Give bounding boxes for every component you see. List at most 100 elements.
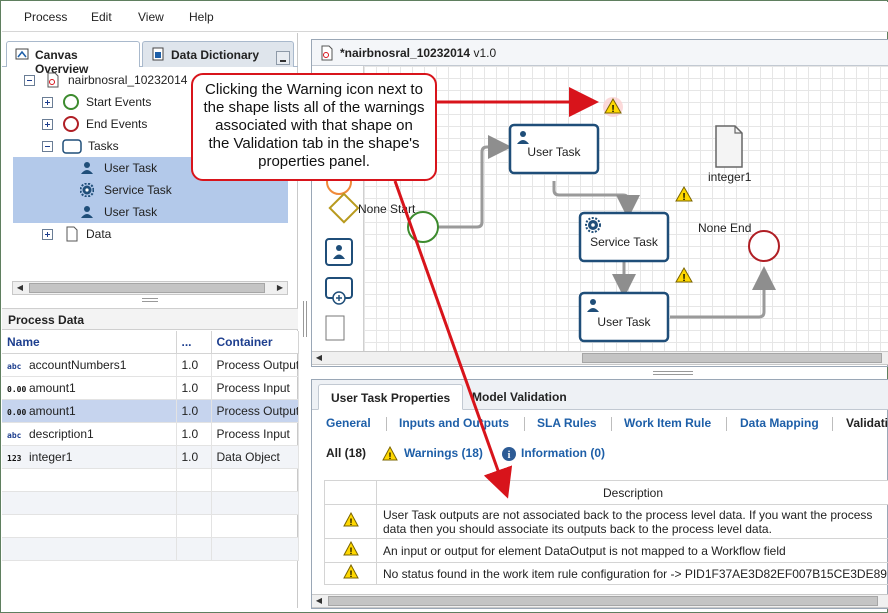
vertical-splitter-handle[interactable]: [303, 301, 307, 337]
link-work-item-rule[interactable]: Work Item Rule: [624, 416, 711, 430]
issue-description: No status found in the work item rule co…: [376, 562, 888, 585]
table-row[interactable]: ! No status found in the work item rule …: [324, 562, 888, 585]
svg-text:!: !: [682, 192, 685, 203]
expand-icon[interactable]: [42, 119, 53, 130]
canvas-tab[interactable]: *nairbnosral_10232014 v1.0: [312, 40, 888, 66]
warning-icon: !: [382, 446, 398, 461]
warning-icon[interactable]: !: [675, 266, 693, 284]
filter-information[interactable]: Information (0): [521, 446, 605, 460]
user-task-tool-icon[interactable]: [325, 238, 353, 266]
row-version: 1.0: [176, 445, 212, 469]
scroll-left-icon[interactable]: ◀: [13, 282, 27, 294]
decimal-type-icon: 0.00: [7, 384, 27, 394]
issue-description: An input or output for element DataOutpu…: [376, 538, 888, 563]
tab-user-task-properties[interactable]: User Task Properties: [318, 384, 464, 410]
row-version: 1.0: [176, 422, 212, 446]
data-object-label: integer1: [708, 170, 752, 184]
menu-process[interactable]: Process: [24, 10, 67, 24]
warning-icon[interactable]: !: [603, 97, 623, 117]
column-header-description[interactable]: Description: [376, 480, 888, 505]
svg-text:!: !: [349, 569, 352, 579]
scrollbar-thumb[interactable]: [29, 283, 265, 293]
warning-icon: !: [342, 540, 359, 556]
canvas-overview-icon: [15, 48, 29, 60]
menu-edit[interactable]: Edit: [91, 10, 112, 24]
warning-icon[interactable]: !: [675, 185, 693, 203]
column-header-version[interactable]: ...: [176, 331, 212, 354]
tree-start-events-label: Start Events: [86, 95, 152, 109]
tab-model-validation[interactable]: Model Validation: [460, 384, 579, 410]
table-row[interactable]: 0.00 amount1 1.0 Process Input: [2, 376, 299, 400]
link-validation[interactable]: Validati: [846, 416, 888, 430]
tab-canvas-overview[interactable]: Canvas Overview: [6, 41, 140, 76]
column-header-name[interactable]: Name: [2, 331, 177, 354]
scroll-left-icon[interactable]: ◀: [312, 595, 326, 607]
tree-task-item[interactable]: User Task: [80, 201, 280, 223]
string-type-icon: abc: [7, 361, 22, 371]
row-name: integer1: [29, 449, 73, 464]
row-container: Process Output: [211, 399, 299, 423]
tree-horizontal-scrollbar[interactable]: ◀ ▶: [12, 281, 288, 295]
table-row[interactable]: ! An input or output for element DataOut…: [324, 538, 888, 563]
collapse-icon[interactable]: [42, 141, 53, 152]
sequence-flow[interactable]: [437, 135, 512, 229]
scrollbar-thumb[interactable]: [328, 596, 878, 606]
row-version: 1.0: [176, 376, 212, 400]
svg-text:i: i: [508, 450, 511, 461]
process-file-icon: [47, 72, 59, 88]
gateway-icon[interactable]: [328, 192, 360, 224]
splitter-handle[interactable]: [142, 298, 158, 302]
svg-text:!: !: [389, 451, 392, 461]
column-header-container[interactable]: Container: [211, 331, 299, 354]
end-event-shape[interactable]: [748, 230, 780, 262]
table-row[interactable]: 123 integer1 1.0 Data Object: [2, 445, 299, 469]
data-object-tool-icon[interactable]: [325, 315, 345, 341]
properties-section-links: General Inputs and Outputs SLA Rules Wor…: [312, 412, 888, 436]
link-sla-rules[interactable]: SLA Rules: [537, 416, 597, 430]
menu-help[interactable]: Help: [189, 10, 214, 24]
table-row[interactable]: abc description1 1.0 Process Input: [2, 422, 299, 446]
tree-task-label: User Task: [104, 161, 158, 175]
row-version: 1.0: [176, 353, 212, 377]
canvas-version: v1.0: [473, 46, 497, 60]
warning-icon: !: [342, 511, 359, 527]
canvas-horizontal-scrollbar[interactable]: ◀: [312, 351, 888, 365]
process-file-icon: [321, 45, 333, 61]
service-task-label: Service Task: [590, 235, 658, 249]
properties-horizontal-scrollbar[interactable]: ◀: [312, 594, 888, 608]
scroll-left-icon[interactable]: ◀: [312, 352, 326, 364]
table-row[interactable]: abc accountNumbers1 1.0 Process Output: [2, 353, 299, 377]
menu-view[interactable]: View: [138, 10, 164, 24]
expand-icon[interactable]: [42, 97, 53, 108]
row-container: Process Input: [211, 422, 299, 446]
filter-warnings[interactable]: Warnings (18): [404, 446, 483, 460]
expand-icon[interactable]: [42, 229, 53, 240]
table-row[interactable]: ! User Task outputs are not associated b…: [324, 504, 888, 539]
process-data-table: Name ... Container abc accountNumbers1 1.…: [2, 331, 299, 561]
link-data-mapping[interactable]: Data Mapping: [740, 416, 819, 430]
tree-data-label: Data: [86, 227, 112, 241]
filter-all[interactable]: All (18): [326, 446, 366, 460]
collapse-icon[interactable]: [24, 75, 35, 86]
scroll-right-icon[interactable]: ▶: [273, 282, 287, 294]
table-row[interactable]: 0.00 amount1 1.0 Process Output: [2, 399, 299, 423]
user-task-label: User Task: [527, 145, 581, 159]
horizontal-splitter-handle[interactable]: [653, 371, 693, 375]
tree-data[interactable]: Data: [42, 223, 292, 245]
start-event-shape[interactable]: [407, 211, 439, 243]
tree-task-label: User Task: [104, 205, 158, 219]
decimal-type-icon: 0.00: [7, 407, 27, 417]
scrollbar-thumb[interactable]: [582, 353, 882, 363]
user-task-label: User Task: [597, 315, 651, 329]
tree-task-label: Service Task: [104, 183, 172, 197]
process-canvas[interactable]: ! ! ! User Task Service Task User Task N…: [358, 66, 888, 351]
tree-end-events-label: End Events: [86, 117, 148, 131]
tab-data-dictionary[interactable]: Data Dictionary: [142, 41, 294, 67]
tree-task-item[interactable]: Service Task: [80, 179, 280, 201]
minimize-button[interactable]: [276, 51, 290, 65]
data-object-shape[interactable]: [715, 125, 743, 168]
link-inputs-outputs[interactable]: Inputs and Outputs: [399, 416, 509, 430]
svg-text:!: !: [611, 104, 614, 115]
sequence-flow[interactable]: [552, 181, 640, 219]
link-general[interactable]: General: [326, 416, 371, 430]
